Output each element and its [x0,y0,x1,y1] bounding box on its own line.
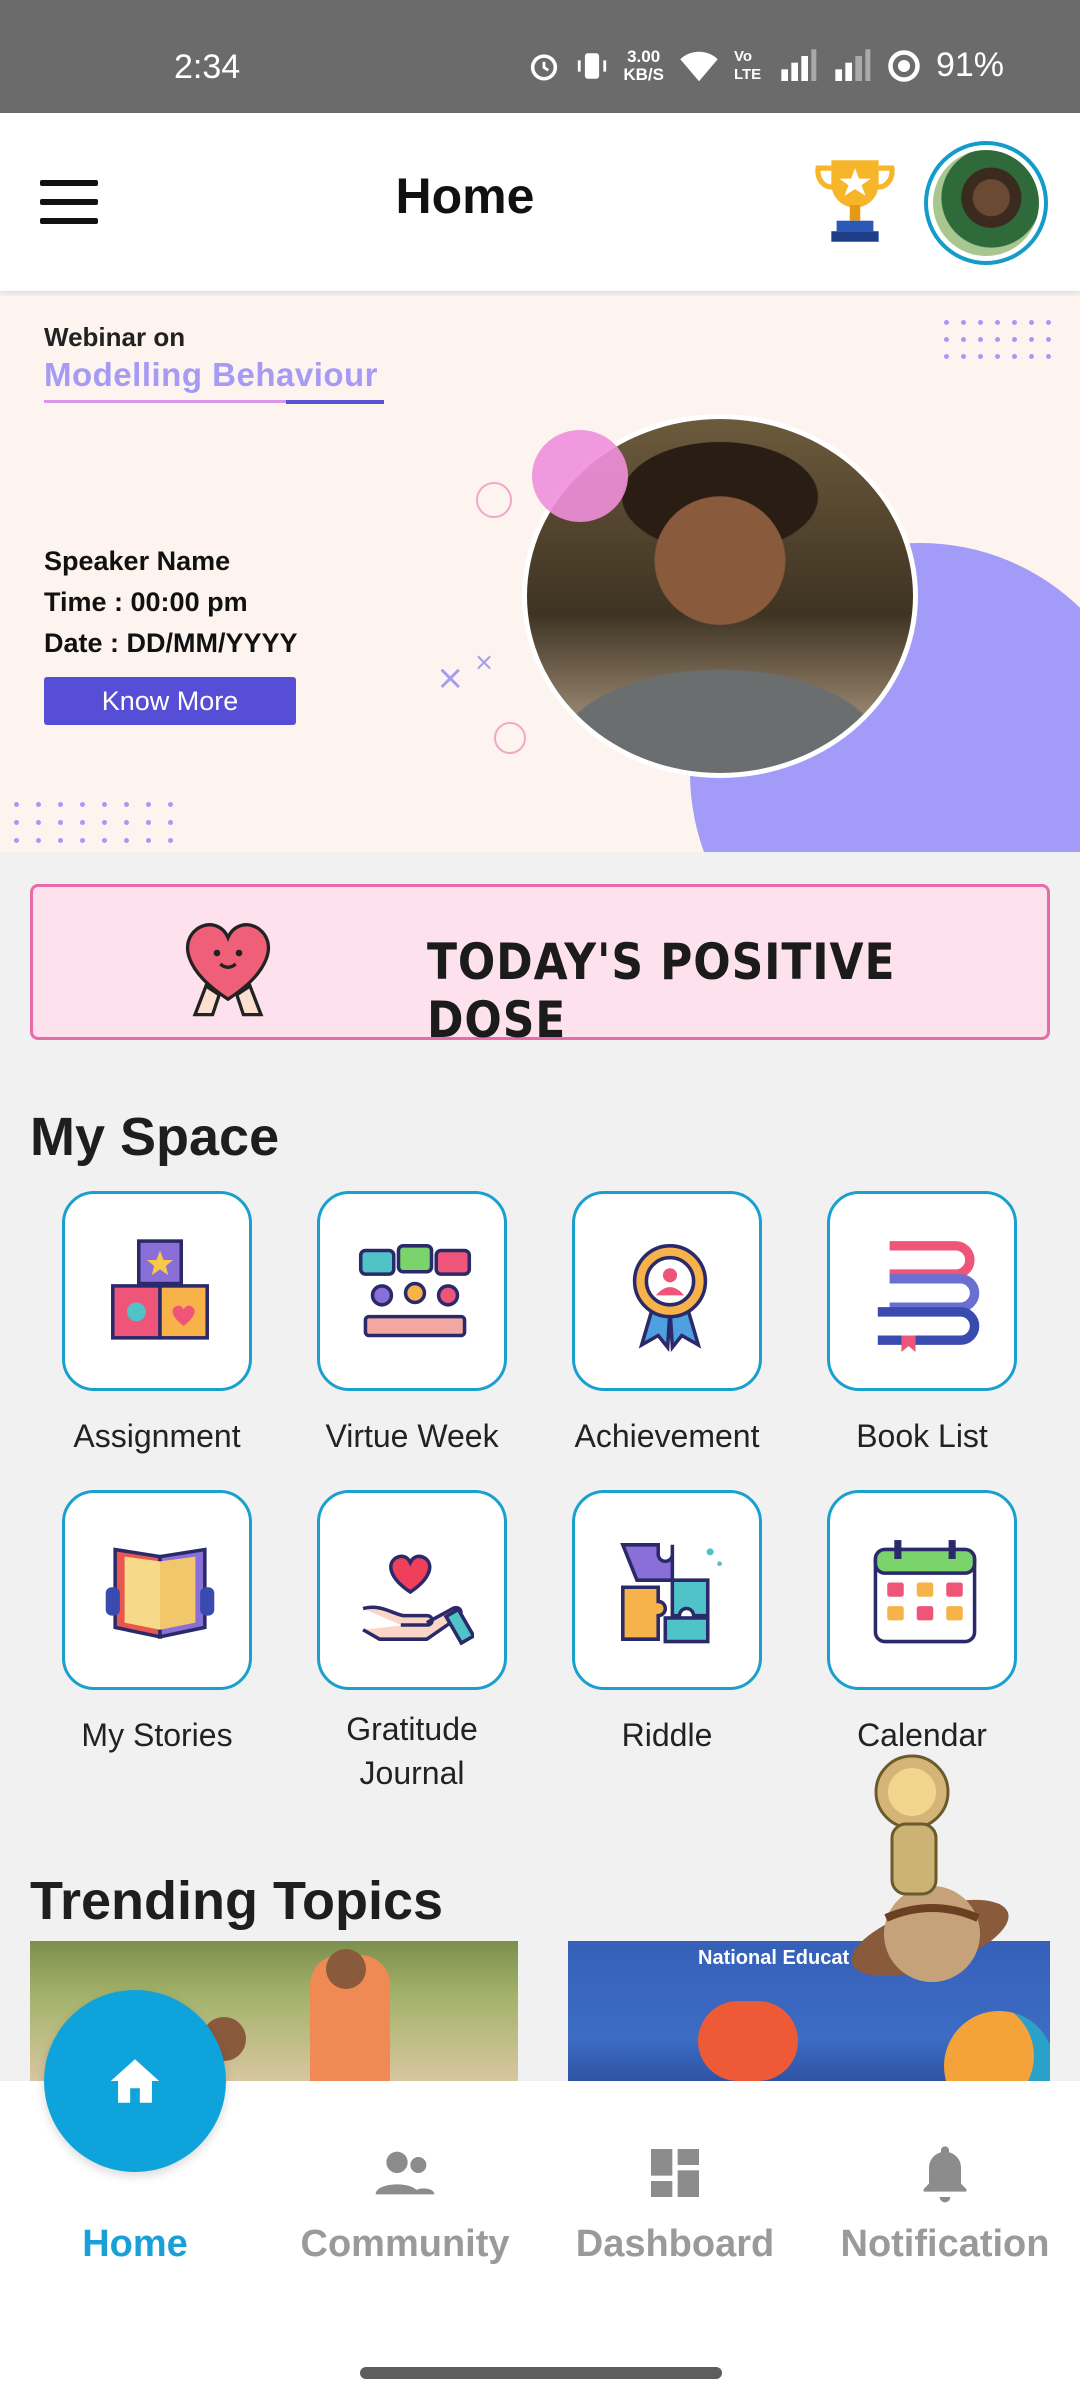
nav-community-label: Community [300,2223,510,2265]
nav-notification-label: Notification [840,2223,1050,2265]
page-title: Home [395,168,535,224]
speaker-name: Speaker Name [44,546,231,576]
decor-ring [494,722,526,754]
discussion-icon [358,1244,472,1338]
tile-label-riddle: Riddle [621,1717,713,1753]
bell-icon [923,2146,967,2203]
webinar-date: Date : DD/MM/YYYY [44,628,298,658]
tile-gratitude-journal[interactable] [317,1490,507,1690]
know-more-button[interactable]: Know More [44,677,296,725]
badge-icon [632,1244,708,1352]
tile-label-achievement: Achievement [574,1418,760,1454]
net-speed: 3.00 KB/S [623,46,664,84]
profile-photo [933,150,1039,256]
alarm-icon [531,53,558,81]
heart-hand-icon [362,1554,474,1646]
signal-icon [781,48,817,81]
banner-topic: Modelling Behaviour [44,356,379,393]
status-bar: 2:34 3.00 KB/S Vo LTE 91% [0,0,1080,113]
positive-dose-card[interactable]: TODAY'S POSITIVE DOSE [30,884,1050,1049]
people-icon [375,2151,435,2195]
status-time: 2:34 [174,48,241,86]
home-fab-button[interactable] [44,1990,226,2172]
books-icon [877,1241,980,1352]
my-space-title: My Space [30,1107,280,1167]
wifi-icon [680,51,718,81]
tile-label-gratitude: Gratitude [346,1711,478,1747]
puzzle-icon [620,1543,722,1644]
decor-ring [476,482,512,518]
tile-label-book-list: Book List [856,1418,988,1454]
tile-calendar[interactable] [827,1490,1017,1690]
battery-saver-icon [888,49,920,82]
decor-cross: × [474,648,495,676]
heart-character-icon [185,923,271,1017]
trending-image-globe [944,2011,1050,2081]
nav-dashboard[interactable]: Dashboard [540,2141,810,2266]
decor-dots [944,320,1051,359]
dashboard-icon [651,2149,699,2197]
home-icon [110,2059,160,2103]
avatar[interactable] [924,141,1048,265]
decor-blob [532,430,628,522]
tile-riddle[interactable] [572,1490,762,1690]
battery-level: 91% [935,46,1004,84]
decor-cross: × [436,658,465,698]
tile-book-list[interactable] [827,1191,1017,1391]
app-header: Home [0,113,1080,291]
nav-community[interactable]: Community [270,2141,540,2266]
volte-badge: Vo LTE [733,47,762,83]
tile-my-stories[interactable] [62,1490,252,1690]
tile-label-assignment: Assignment [73,1418,241,1454]
trending-image-person [326,1949,366,1989]
nav-home-label: Home [82,2223,188,2265]
calendar-icon [873,1540,977,1644]
open-book-icon [105,1547,215,1640]
status-icons: 3.00 KB/S Vo LTE 91% [527,46,1004,85]
tile-achievement[interactable] [572,1191,762,1391]
trending-title: Trending Topics [30,1871,444,1931]
tile-label-my-stories: My Stories [81,1717,233,1753]
decor-dots [14,802,173,843]
trending-caption: National Educat [698,1947,850,1969]
tile-label-virtue-week: Virtue Week [325,1418,499,1454]
nav-dashboard-label: Dashboard [575,2223,775,2265]
trophy-icon[interactable] [812,155,898,247]
astronaut-icon[interactable] [840,1748,1020,1988]
tile-label-journal: Journal [359,1755,465,1791]
gesture-bar[interactable] [360,2367,722,2379]
net-speed-unit: KB/S [623,64,664,84]
tile-virtue-week[interactable] [317,1191,507,1391]
positive-dose-label: TODAY'S POSITIVE DOSE [427,933,896,1049]
net-speed-value: 3.00 [627,46,661,66]
vibrate-icon [578,52,607,79]
topic-underline-accent [286,400,384,404]
banner-kicker: Webinar on [44,322,186,352]
tile-assignment[interactable] [62,1191,252,1391]
webinar-time: Time : 00:00 pm [44,587,248,617]
nav-notification[interactable]: Notification [810,2141,1080,2266]
trending-image-scope [698,2001,798,2081]
signal-icon-2 [835,48,871,81]
blocks-icon [111,1239,209,1340]
webinar-banner[interactable]: × × Webinar on Modelling Behaviour Speak… [0,296,1080,852]
